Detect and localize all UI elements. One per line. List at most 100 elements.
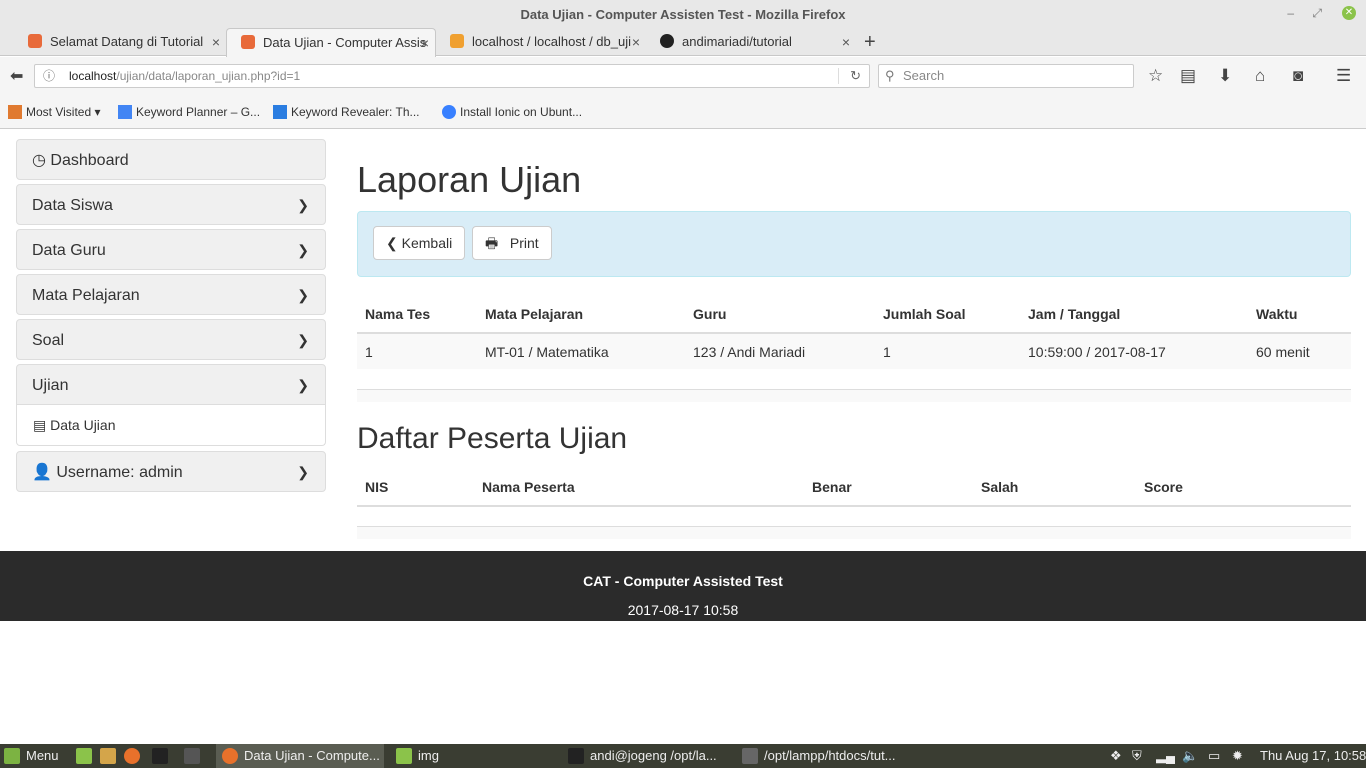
ionic-icon <box>442 105 456 119</box>
taskbar-item-img[interactable]: img <box>396 744 439 768</box>
terminal-launcher-icon[interactable] <box>152 744 174 768</box>
sublime-launcher-icon[interactable] <box>184 744 206 768</box>
menu-label: Menu <box>26 748 59 763</box>
maximize-icon[interactable]: ⤢ <box>1312 6 1322 21</box>
back-button[interactable]: ❮ Kembali <box>373 226 466 260</box>
info-icon[interactable]: ⓘ <box>43 65 55 87</box>
shield-icon[interactable]: ⛨ <box>1132 744 1142 768</box>
bookmark-star-icon[interactable]: ☆ <box>1148 66 1163 86</box>
update-icon[interactable]: ✹ <box>1232 744 1243 768</box>
tab-label: andimariadi/tutorial <box>682 34 792 49</box>
phpmyadmin-icon <box>450 34 464 48</box>
hamburger-menu-icon[interactable]: ☰ <box>1336 66 1351 86</box>
url-divider <box>838 68 839 84</box>
web-page: ◷ Dashboard Data Siswa ❯ Data Guru ❯ Mat… <box>0 129 1366 744</box>
table-cell: 1 <box>365 343 373 360</box>
table-cell: MT-01 / Matematika <box>485 343 609 360</box>
sidebar-item-dashboard[interactable]: ◷ Dashboard <box>16 139 326 180</box>
column-header: Jumlah Soal <box>875 295 1020 334</box>
volume-icon[interactable]: 🔈 <box>1182 744 1198 768</box>
sidebar-subitem-data-ujian[interactable]: ▤ Data Ujian <box>16 405 326 446</box>
table-cell: 1 <box>883 343 891 360</box>
table-cell: 10:59:00 / 2017-08-17 <box>1028 343 1166 360</box>
column-header: Waktu <box>1248 295 1351 334</box>
tab-selamat-datang[interactable]: Selamat Datang di Tutorial × <box>14 28 226 56</box>
network-icon[interactable]: ▂▄ <box>1156 744 1175 768</box>
sidebar-item-user[interactable]: 👤 Username: admin ❯ <box>16 451 326 492</box>
sidebar-item-label: Data Siswa <box>32 197 113 214</box>
battery-icon[interactable]: ▭ <box>1208 744 1220 768</box>
new-tab-icon[interactable]: + <box>864 31 876 54</box>
chevron-down-icon: ❯ <box>297 332 309 348</box>
dropbox-icon[interactable]: ❖ <box>1110 744 1122 768</box>
footer-datetime: 2017-08-17 10:58 <box>627 602 739 618</box>
search-placeholder: Search <box>903 68 945 83</box>
bookmark-keyword-planner[interactable]: Keyword Planner – G... <box>118 105 260 119</box>
adwords-icon <box>118 105 132 119</box>
back-arrow-icon[interactable]: ⬅ <box>10 66 23 86</box>
chevron-down-icon: ▾ <box>94 105 101 119</box>
participants-table: NIS Nama Peserta Benar Salah Score <box>357 468 1351 507</box>
keyword-revealer-icon <box>273 105 287 119</box>
close-window-icon[interactable]: ✕ <box>1342 6 1356 20</box>
tab-phpmyadmin[interactable]: localhost / localhost / db_uji × <box>436 28 646 56</box>
close-tab-icon[interactable]: × <box>212 28 220 56</box>
action-bar: ❮ Kembali 🖶 Print <box>357 211 1351 277</box>
chevron-left-icon: ❮ <box>386 235 398 251</box>
home-icon[interactable]: ⌂ <box>1255 66 1265 86</box>
download-icon[interactable]: ⬇ <box>1218 66 1232 86</box>
taskbar-item-terminal[interactable]: andi@jogeng /opt/la... <box>568 744 717 768</box>
folder-icon <box>8 105 22 119</box>
column-header: Nama Peserta <box>474 468 804 507</box>
start-menu-button[interactable]: Menu <box>4 744 59 768</box>
column-header: NIS <box>357 468 474 507</box>
close-tab-icon[interactable]: × <box>632 28 640 56</box>
back-button-label: Kembali <box>401 235 453 251</box>
bookmark-install-ionic[interactable]: Install Ionic on Ubunt... <box>442 105 582 119</box>
file-manager-launcher-icon[interactable] <box>76 744 98 768</box>
sidebar-item-soal[interactable]: Soal ❯ <box>16 319 326 360</box>
github-icon <box>660 34 674 48</box>
sidebar-subitem-label: Data Ujian <box>50 417 116 433</box>
sidebar-item-mata-pelajaran[interactable]: Mata Pelajaran ❯ <box>16 274 326 315</box>
terminal-icon <box>568 748 584 764</box>
taskbar-item-editor[interactable]: /opt/lampp/htdocs/tut... <box>742 744 896 768</box>
print-button[interactable]: 🖶 Print <box>472 226 552 260</box>
reload-icon[interactable]: ↻ <box>850 65 861 87</box>
table-cell: 60 menit <box>1256 343 1310 360</box>
user-icon: 👤 <box>32 464 52 481</box>
table-header-row: NIS Nama Peserta Benar Salah Score <box>357 468 1351 507</box>
tab-label: localhost / localhost / db_uji <box>472 34 631 49</box>
folder-launcher-icon[interactable] <box>100 744 122 768</box>
reading-list-icon[interactable]: ▤ <box>1180 66 1196 86</box>
dashboard-icon: ◷ <box>32 152 46 169</box>
firefox-launcher-icon[interactable] <box>124 744 146 768</box>
close-tab-icon[interactable]: × <box>842 28 850 56</box>
pocket-icon[interactable]: ◙ <box>1293 66 1303 86</box>
column-header: Benar <box>804 468 973 507</box>
bookmark-keyword-revealer[interactable]: Keyword Revealer: Th... <box>273 105 420 119</box>
empty-row <box>357 527 1351 539</box>
sidebar-item-data-guru[interactable]: Data Guru ❯ <box>16 229 326 270</box>
bookmark-label: Keyword Planner – G... <box>136 105 261 119</box>
sidebar-item-data-siswa[interactable]: Data Siswa ❯ <box>16 184 326 225</box>
bookmark-most-visited[interactable]: Most Visited ▾ <box>8 105 101 119</box>
column-header: Nama Tes <box>357 295 477 334</box>
sidebar-item-ujian[interactable]: Ujian ❯ <box>16 364 326 405</box>
firefox-icon <box>222 748 238 764</box>
empty-row <box>357 390 1351 402</box>
sidebar-item-label: Username: admin <box>56 464 183 481</box>
column-header: Guru <box>685 295 875 334</box>
search-input[interactable]: ⚲ Search <box>878 64 1134 88</box>
column-header: Score <box>1136 468 1351 507</box>
sidebar-item-label: Ujian <box>32 377 69 394</box>
chevron-down-icon: ❯ <box>297 242 309 258</box>
clock[interactable]: Thu Aug 17, 10:58 <box>1260 744 1366 768</box>
minimize-icon[interactable]: – <box>1287 6 1294 20</box>
column-header: Jam / Tanggal <box>1020 295 1248 334</box>
taskbar-item-firefox[interactable]: Data Ujian - Compute... <box>216 744 384 768</box>
tab-github[interactable]: andimariadi/tutorial × <box>646 28 856 56</box>
close-tab-icon[interactable]: × <box>421 29 429 57</box>
tab-data-ujian[interactable]: Data Ujian - Computer Assis × <box>226 28 436 57</box>
url-bar[interactable]: ⓘ localhost/ujian/data/laporan_ujian.php… <box>34 64 870 88</box>
